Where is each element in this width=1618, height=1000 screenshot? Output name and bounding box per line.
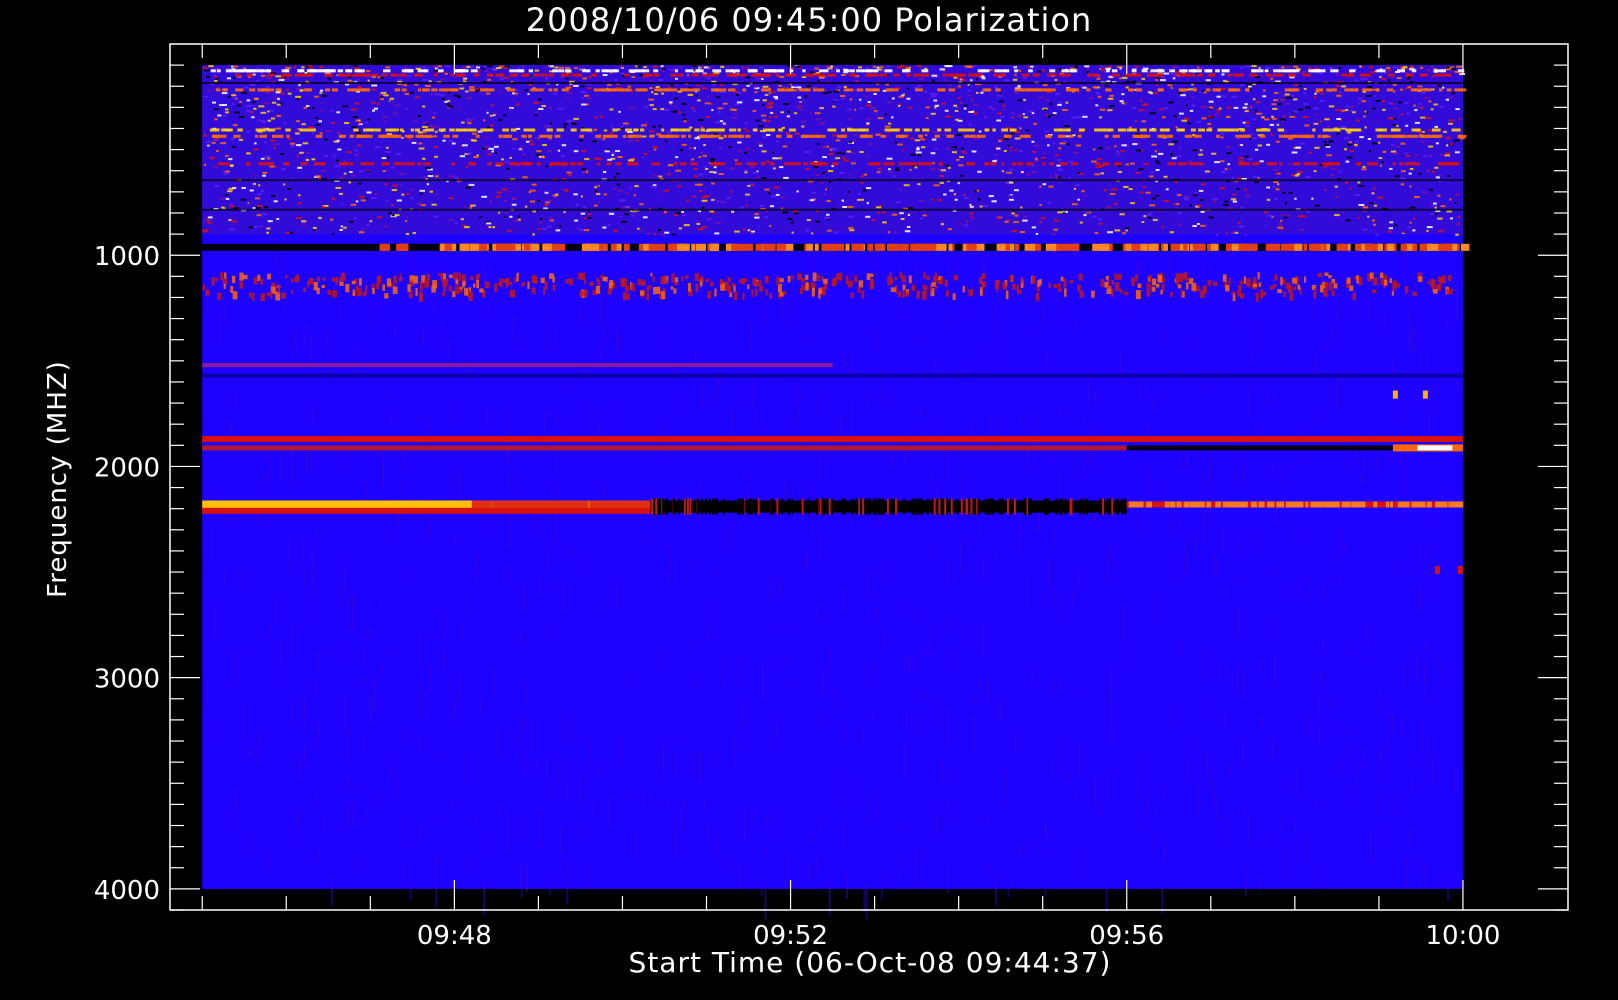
y-tick-label: 4000	[94, 876, 160, 906]
y-tick-label: 1000	[94, 242, 160, 272]
feature-line-1	[202, 243, 1470, 251]
feature-line-9	[202, 500, 655, 509]
spectrogram-plot: 1000 2000 3000 4000 09:48 09:52 09:56 10:00	[94, 43, 1569, 951]
feature-line-6	[202, 436, 1463, 442]
x-tick-label: 10:00	[1425, 921, 1500, 951]
feature-dots-13	[1434, 565, 1463, 574]
x-tick-label: 09:56	[1089, 921, 1164, 951]
feature-line-12	[1126, 501, 1464, 508]
x-tick-label: 09:52	[753, 921, 828, 951]
feature-line-11	[650, 498, 1127, 515]
feature-burst-8	[1392, 444, 1463, 452]
feature-line-10	[202, 507, 651, 514]
y-tick-label: 3000	[94, 665, 160, 695]
feature-line-7	[202, 445, 1393, 451]
feature-noise-band-0	[202, 65, 1467, 236]
feature-line-4	[202, 373, 1463, 378]
y-tick-label: 2000	[94, 453, 160, 483]
feature-line-3	[202, 363, 833, 368]
x-tick-label: 09:48	[417, 921, 492, 951]
